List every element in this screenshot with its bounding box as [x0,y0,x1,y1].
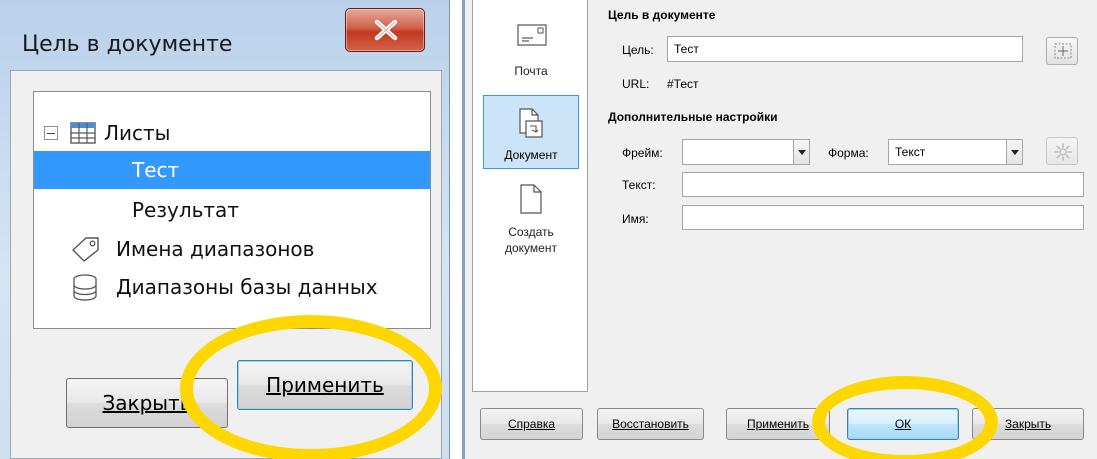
reset-button-label: Восстановить [612,417,689,431]
apply-button[interactable]: Применить [237,360,413,410]
tree-item-label: Листы [104,121,171,145]
section-title-target: Цель в документе [608,8,716,22]
gear-icon [1054,143,1072,161]
reset-button[interactable]: Восстановить [597,408,704,440]
new-document-icon [520,184,542,214]
target-input-value: Тест [674,42,699,56]
tree-item-sheets[interactable]: Листы [34,114,430,152]
sidebar-item-document[interactable]: Документ [483,95,579,169]
section-title-advanced: Дополнительные настройки [608,110,778,124]
sidebar-item-label: Почта [514,64,548,78]
name-input[interactable] [682,205,1084,230]
tree-item-label: Диапазоны базы данных [116,275,378,299]
tag-icon [72,237,99,262]
navigator-target-dialog: Цель в документе Листы Тест Результат Им… [0,0,450,459]
sidebar-item-label: документ [505,241,557,255]
apply-button[interactable]: Применить [726,408,830,440]
window-close-button[interactable] [345,8,425,52]
frame-combo[interactable] [682,139,810,165]
chevron-down-icon[interactable] [1006,140,1022,164]
target-in-document-button[interactable] [1046,37,1078,65]
mail-icon [517,24,547,46]
close-button[interactable]: Закрыть [66,378,228,428]
collapse-icon[interactable] [44,126,58,140]
tree-item-result[interactable]: Результат [34,191,430,229]
tree-item-label: Результат [132,198,239,222]
text-label: Текст: [622,178,656,192]
frame-label: Фрейм: [622,146,663,160]
dialog-content: Листы Тест Результат Имена диапазонов Ди… [10,70,442,459]
sheets-grid-icon [70,122,96,144]
chevron-down-icon[interactable] [793,140,809,164]
form-combo-value: Текст [895,145,926,159]
text-input[interactable] [682,172,1084,197]
target-tree[interactable]: Листы Тест Результат Имена диапазонов Ди… [33,91,431,329]
close-button-label: Закрыть [102,391,192,415]
tree-item-database-ranges[interactable]: Диапазоны базы данных [34,268,430,306]
url-value: #Тест [667,77,699,91]
database-icon [73,274,97,301]
hyperlink-dialog: Почта Документ Создать документ Цель в д… [462,0,1097,459]
ok-button-label: ОК [894,417,912,431]
sidebar-item-label: Документ [504,148,558,162]
help-button-label: Справка [507,417,556,431]
tree-item-label: Имена диапазонов [116,237,315,261]
apply-button-label: Применить [266,373,384,397]
help-button[interactable]: Справка [480,408,583,440]
close-button-label: Закрыть [1004,417,1052,431]
window-border [462,0,465,459]
target-label: Цель: [622,43,654,57]
target-input[interactable]: Тест [667,36,1023,62]
close-icon [374,19,398,41]
apply-button-label: Применить [746,417,809,431]
hyperlink-type-sidebar: Почта Документ Создать документ [472,0,588,392]
name-label: Имя: [622,212,649,226]
document-icon [519,108,543,138]
form-combo[interactable]: Текст [888,139,1023,165]
sidebar-item-label: Создать [508,225,554,239]
tree-item-range-names[interactable]: Имена диапазонов [34,230,430,268]
target-select-icon [1054,43,1072,59]
dialog-title: Цель в документе [22,32,233,57]
ok-button[interactable]: ОК [847,408,959,440]
tree-item-label: Тест [132,158,180,182]
url-label: URL: [622,77,650,91]
events-button[interactable] [1046,137,1078,165]
tree-item-test[interactable]: Тест [34,151,430,189]
close-button[interactable]: Закрыть [972,408,1084,440]
form-label: Форма: [828,146,869,160]
